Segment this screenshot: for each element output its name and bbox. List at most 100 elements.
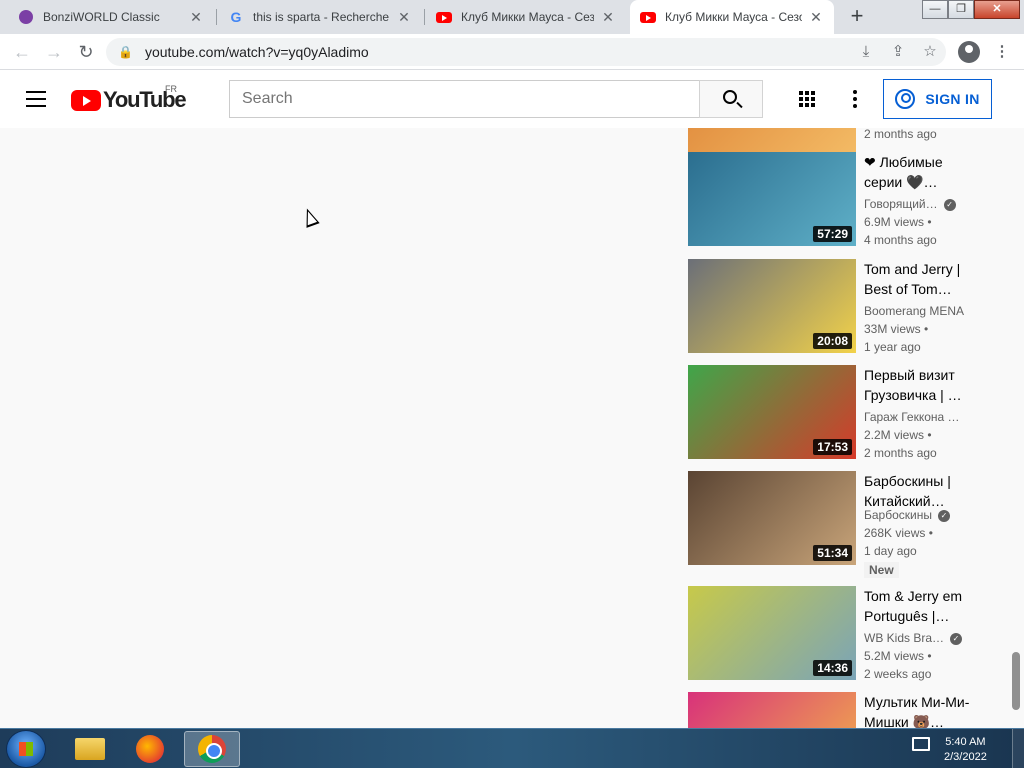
close-window-button[interactable]: ✕ xyxy=(974,0,1020,19)
video-age: 1 year ago xyxy=(864,340,921,354)
video-age: 1 day ago xyxy=(864,544,917,558)
view-count: 2.2M views • xyxy=(864,428,932,442)
video-thumbnail[interactable]: 14:36 xyxy=(688,586,856,680)
tab-title: Клуб Микки Мауса - Сезо xyxy=(461,10,594,24)
view-count: 33M views • xyxy=(864,322,929,336)
windows-taskbar: 5:40 AM 2/3/2022 xyxy=(0,728,1024,768)
view-count-text: 268K views xyxy=(864,526,926,540)
channel-name[interactable]: WB Kids Bra… ✓ xyxy=(864,631,963,645)
bookmark-star-icon[interactable]: ☆ xyxy=(918,40,942,64)
close-tab-icon[interactable]: ✕ xyxy=(808,9,824,26)
close-tab-icon[interactable]: ✕ xyxy=(396,9,412,26)
network-icon[interactable] xyxy=(912,737,930,751)
system-clock[interactable]: 5:40 AM 2/3/2022 xyxy=(944,735,987,765)
video-thumbnail[interactable] xyxy=(688,692,856,728)
tab-google-search[interactable]: G this is sparta - Recherche G ✕ xyxy=(218,0,422,34)
channel-name[interactable]: Boomerang MENA xyxy=(864,304,964,318)
browser-toolbar: ← → ↻ 🔒 youtube.com/watch?v=yq0yAladimo … xyxy=(0,34,1024,70)
view-count-text: 2.2M views xyxy=(864,428,925,442)
clock-date: 2/3/2022 xyxy=(944,751,987,763)
share-icon[interactable]: ⇪ xyxy=(886,40,910,64)
youtube-logo[interactable]: YouTube FR xyxy=(71,84,187,113)
close-tab-icon[interactable]: ✕ xyxy=(600,9,616,26)
apps-grid-icon[interactable] xyxy=(799,91,815,107)
recommended-video[interactable]: 51:34 Барбоскины | Китайский… Барбоскины… xyxy=(688,471,988,591)
recommended-video[interactable]: Мультик Ми-Ми-Мишки 🐻… xyxy=(688,692,988,728)
search-button[interactable] xyxy=(699,80,763,118)
lock-icon: 🔒 xyxy=(118,45,133,59)
video-title[interactable]: Первый визит Грузовичка | … xyxy=(864,365,970,405)
video-title[interactable]: Мультик Ми-Ми-Мишки 🐻… xyxy=(864,692,970,728)
sign-in-button[interactable]: SIGN IN xyxy=(883,79,992,119)
folder-icon xyxy=(75,738,105,760)
search-icon xyxy=(723,90,737,104)
tab-title: BonziWORLD Classic xyxy=(43,10,160,24)
tab-youtube-1[interactable]: Клуб Микки Мауса - Сезо ✕ xyxy=(426,0,626,34)
recommended-video[interactable]: 17:53 Первый визит Грузовичка | … Гараж … xyxy=(688,365,988,465)
minimize-button[interactable]: — xyxy=(922,0,948,19)
window-controls: — ❐ ✕ xyxy=(922,0,1020,19)
view-count: 6.9M views • xyxy=(864,215,932,229)
video-duration: 57:29 xyxy=(813,226,852,242)
chrome-menu-icon[interactable]: ⋮ xyxy=(990,40,1014,64)
address-bar[interactable]: 🔒 youtube.com/watch?v=yq0yAladimo xyxy=(106,38,946,66)
clock-time: 5:40 AM xyxy=(945,736,986,748)
close-tab-icon[interactable]: ✕ xyxy=(188,9,204,26)
hamburger-menu-icon[interactable] xyxy=(26,91,46,107)
verified-check-icon: ✓ xyxy=(943,198,956,211)
channel-name[interactable]: Говорящий… ✓ xyxy=(864,197,956,211)
browser-tab-strip: BonziWORLD Classic ✕ G this is sparta - … xyxy=(0,0,1024,34)
video-title[interactable]: Tom & Jerry em Português |… xyxy=(864,586,970,626)
video-thumbnail[interactable]: 57:29 xyxy=(688,152,856,246)
show-desktop-button[interactable] xyxy=(1012,729,1024,768)
youtube-icon xyxy=(436,9,452,25)
forward-arrow-icon[interactable]: → xyxy=(42,40,66,64)
install-app-icon[interactable]: ⤓ xyxy=(854,40,878,64)
video-thumbnail[interactable]: 20:08 xyxy=(688,259,856,353)
youtube-icon xyxy=(640,9,656,25)
start-button[interactable] xyxy=(6,730,46,768)
page-scrollbar[interactable] xyxy=(1012,652,1020,710)
reload-icon[interactable]: ↻ xyxy=(74,40,98,64)
recommended-video[interactable]: 20:08 Tom and Jerry | Best of Tom… Boome… xyxy=(688,259,988,359)
back-arrow-icon[interactable]: ← xyxy=(10,40,34,64)
tab-title: Клуб Микки Мауса - Сезо xyxy=(665,10,802,24)
taskbar-chrome[interactable] xyxy=(184,731,240,767)
google-icon: G xyxy=(230,9,242,25)
channel-label: Барбоскины xyxy=(864,508,932,522)
channel-name[interactable]: Гараж Геккона … xyxy=(864,410,960,424)
video-age: 2 months ago xyxy=(864,128,937,141)
video-title[interactable]: ❤ Любимые серии 🖤… xyxy=(864,152,970,192)
video-title[interactable]: Tom and Jerry | Best of Tom… xyxy=(864,259,970,299)
video-title[interactable]: Барбоскины | Китайский… xyxy=(864,471,970,511)
channel-name[interactable]: Барбоскины ✓ xyxy=(864,508,950,522)
recommended-video[interactable]: 57:29 ❤ Любимые серии 🖤… Говорящий… ✓ 6.9… xyxy=(688,152,988,252)
new-tab-button[interactable]: + xyxy=(845,5,869,29)
video-thumbnail[interactable]: 51:34 xyxy=(688,471,856,565)
tab-bonziworld[interactable]: BonziWORLD Classic ✕ xyxy=(8,0,214,34)
video-age: 4 months ago xyxy=(864,233,937,247)
view-count-text: 33M views xyxy=(864,322,921,336)
mouse-cursor-icon xyxy=(300,206,320,228)
recommended-video[interactable]: 14:36 Tom & Jerry em Português |… WB Kid… xyxy=(688,586,988,686)
account-icon xyxy=(895,89,916,109)
recommended-video[interactable]: 2 months ago xyxy=(688,128,988,188)
verified-check-icon: ✓ xyxy=(950,632,963,645)
watch-page: 2 months ago 57:29 ❤ Любимые серии 🖤… Го… xyxy=(0,128,1024,728)
search-input[interactable] xyxy=(229,80,700,118)
taskbar-explorer[interactable] xyxy=(62,731,118,767)
view-count-text: 5.2M views xyxy=(864,649,925,663)
maximize-button[interactable]: ❐ xyxy=(948,0,974,19)
settings-menu-icon[interactable] xyxy=(853,90,857,108)
taskbar-firefox[interactable] xyxy=(122,731,178,767)
tab-separator xyxy=(424,9,425,25)
video-age: 2 months ago xyxy=(864,446,937,460)
view-count: 268K views • xyxy=(864,526,933,540)
video-duration: 20:08 xyxy=(813,333,852,349)
view-count-text: 6.9M views xyxy=(864,215,925,229)
tab-youtube-active[interactable]: Клуб Микки Мауса - Сезо ✕ xyxy=(630,0,834,34)
new-badge: New xyxy=(864,562,899,578)
firefox-icon xyxy=(136,735,164,763)
profile-avatar-icon[interactable] xyxy=(958,41,980,63)
video-thumbnail[interactable]: 17:53 xyxy=(688,365,856,459)
